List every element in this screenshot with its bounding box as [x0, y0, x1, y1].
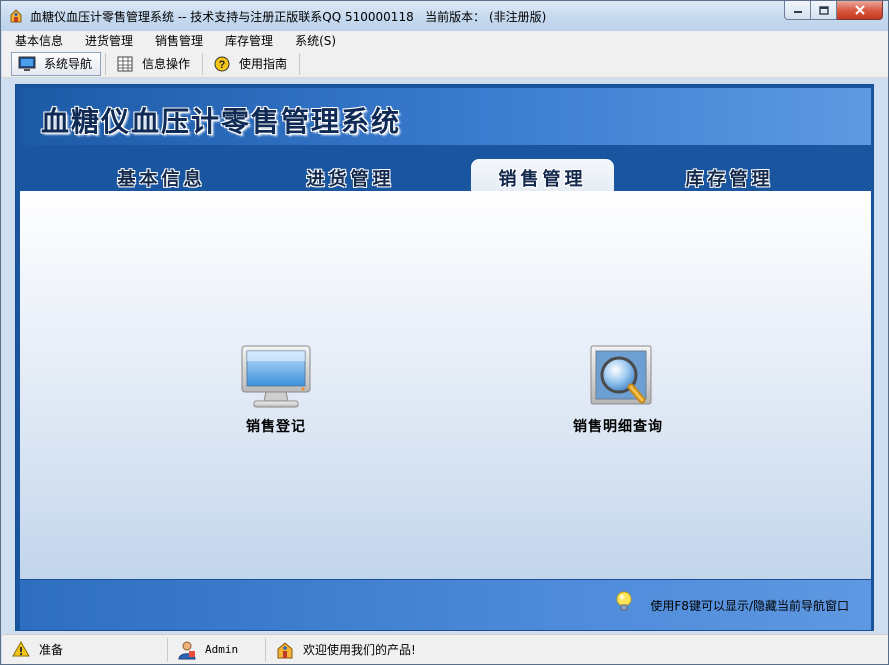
monitor-icon — [18, 56, 36, 71]
ready-icon — [12, 640, 30, 656]
tab-purchase[interactable]: 进货管理 — [279, 159, 422, 191]
status-pane-user: Admin — [168, 637, 266, 662]
magnifier-icon — [590, 345, 652, 405]
nav-work-area: 销售登记 销售明细查询 — [20, 191, 871, 579]
toolbar-separator — [299, 52, 301, 75]
status-text: 准备 — [39, 643, 64, 657]
header-banner: 血糖仪血压计零售管理系统 — [20, 88, 871, 145]
menu-sales[interactable]: 销售管理 — [142, 32, 212, 49]
grid-icon — [117, 56, 133, 71]
status-pane-message: 欢迎使用我们的产品! — [266, 638, 416, 662]
info-ops-label: 信息操作 — [142, 57, 191, 71]
nav-sales-detail-query[interactable]: 销售明细查询 — [548, 345, 688, 436]
toolbar-separator — [105, 52, 107, 75]
hint: 使用F8键可以显示/隐藏当前导航窗口 — [614, 591, 849, 614]
toolbar-separator — [202, 52, 204, 75]
module-tabs: 基本信息 进货管理 销售管理 库存管理 — [20, 145, 871, 191]
system-nav-button[interactable]: 系统导航 — [11, 51, 102, 76]
menu-system[interactable]: 系统(S) — [282, 32, 345, 49]
status-pane-state: 准备 — [2, 637, 168, 662]
nav-sales-detail-label: 销售明细查询 — [573, 419, 663, 435]
user-guide-label: 使用指南 — [239, 57, 288, 71]
user-icon — [178, 641, 196, 659]
minimize-button[interactable] — [784, 1, 811, 20]
toolbar: 系统导航 信息操作 ? 使用指南 — [2, 50, 888, 78]
tab-inventory[interactable]: 库存管理 — [658, 159, 801, 191]
svg-text:?: ? — [219, 59, 226, 71]
menu-inventory[interactable]: 库存管理 — [212, 32, 282, 49]
close-icon — [854, 5, 865, 15]
banner-title: 血糖仪血压计零售管理系统 — [41, 105, 402, 138]
monitor-screen-icon — [241, 345, 311, 408]
minimize-icon — [793, 11, 802, 13]
tab-sales[interactable]: 销售管理 — [471, 159, 614, 191]
menu-purchase[interactable]: 进货管理 — [72, 32, 142, 49]
nav-sales-register[interactable]: 销售登记 — [206, 345, 346, 436]
system-nav-label: 系统导航 — [44, 57, 93, 71]
lightbulb-icon — [616, 591, 632, 610]
menu-bar: 基本信息 进货管理 销售管理 库存管理 系统(S) — [2, 31, 888, 50]
hint-band: 使用F8键可以显示/隐藏当前导航窗口 — [20, 579, 871, 630]
maximize-button[interactable] — [811, 1, 837, 20]
window-title: 血糖仪血压计零售管理系统 -- 技术支持与注册正版联系QQ 510000118 … — [30, 10, 547, 24]
app-icon — [10, 9, 22, 23]
maximize-icon — [818, 5, 829, 15]
welcome-message: 欢迎使用我们的产品! — [303, 643, 416, 657]
hint-text: 使用F8键可以显示/隐藏当前导航窗口 — [650, 599, 849, 613]
status-bar: 准备 Admin 欢迎使用我们的产品! — [2, 634, 888, 664]
window-controls — [784, 1, 883, 21]
close-button[interactable] — [837, 1, 883, 20]
menu-basic-info[interactable]: 基本信息 — [2, 32, 72, 49]
product-icon — [277, 641, 293, 658]
app-window: 血糖仪血压计零售管理系统 -- 技术支持与注册正版联系QQ 510000118 … — [0, 0, 889, 665]
title-bar[interactable]: 血糖仪血压计零售管理系统 -- 技术支持与注册正版联系QQ 510000118 … — [1, 1, 888, 31]
tab-basic-info[interactable]: 基本信息 — [90, 159, 233, 191]
help-icon: ? — [214, 56, 230, 71]
user-name: Admin — [205, 643, 239, 656]
nav-sales-register-label: 销售登记 — [246, 419, 306, 435]
user-guide-button[interactable]: ? 使用指南 — [207, 52, 295, 76]
info-ops-button[interactable]: 信息操作 — [110, 52, 198, 76]
